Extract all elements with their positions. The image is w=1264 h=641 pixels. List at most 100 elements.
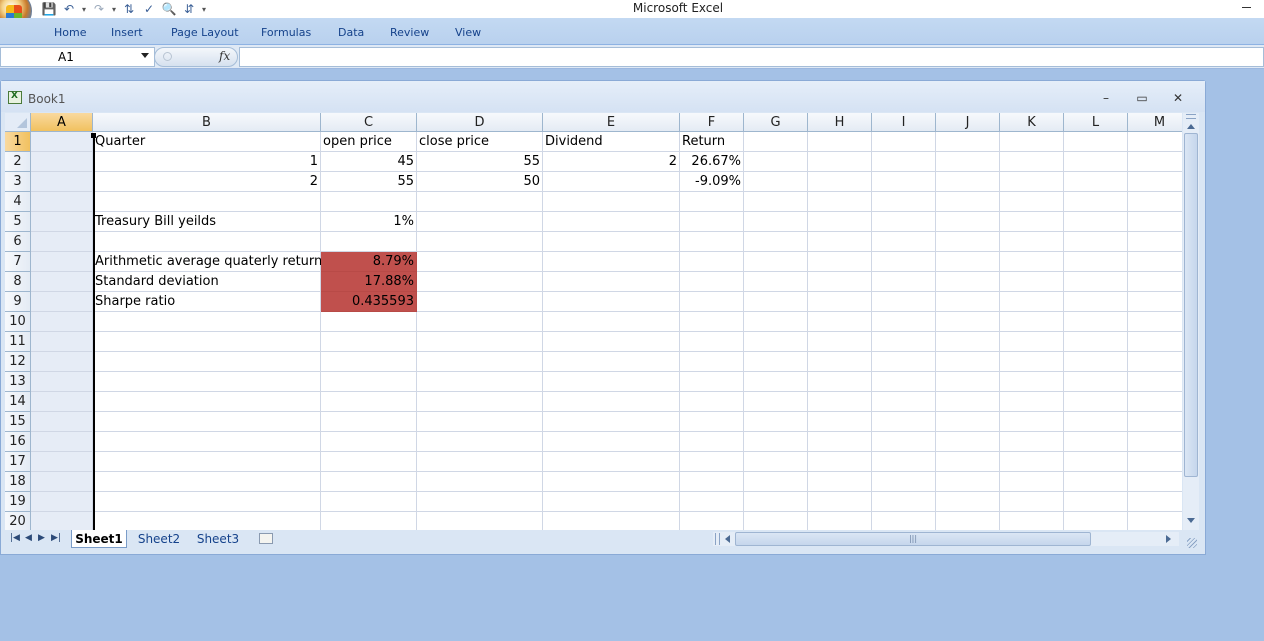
cell-c17[interactable]	[321, 452, 417, 472]
cell-f6[interactable]	[680, 232, 744, 252]
cell-h3[interactable]	[808, 172, 872, 192]
cell-c2[interactable]: 45	[321, 152, 417, 172]
name-box[interactable]: A1	[0, 47, 155, 67]
cell-f19[interactable]	[680, 492, 744, 512]
cell-e8[interactable]	[543, 272, 680, 292]
cell-h13[interactable]	[808, 372, 872, 392]
row-header-8[interactable]: 8	[5, 272, 31, 292]
cell-j11[interactable]	[936, 332, 1000, 352]
cell-d9[interactable]	[417, 292, 543, 312]
column-header-c[interactable]: C	[321, 113, 417, 132]
row-header-20[interactable]: 20	[5, 512, 31, 530]
cell-a11[interactable]	[31, 332, 93, 352]
fill-handle[interactable]	[91, 133, 96, 138]
cell-b20[interactable]	[93, 512, 321, 530]
cell-g12[interactable]	[744, 352, 808, 372]
cell-d4[interactable]	[417, 192, 543, 212]
cell-h4[interactable]	[808, 192, 872, 212]
cell-h17[interactable]	[808, 452, 872, 472]
cell-m7[interactable]	[1128, 252, 1182, 272]
cell-e19[interactable]	[543, 492, 680, 512]
cell-g11[interactable]	[744, 332, 808, 352]
column-header-k[interactable]: K	[1000, 113, 1064, 132]
close-window-button[interactable]: ✕	[1171, 91, 1185, 105]
cell-e12[interactable]	[543, 352, 680, 372]
cell-j12[interactable]	[936, 352, 1000, 372]
cell-l8[interactable]	[1064, 272, 1128, 292]
cell-b1[interactable]: Quarter	[93, 132, 321, 152]
cell-k3[interactable]	[1000, 172, 1064, 192]
column-header-d[interactable]: D	[417, 113, 543, 132]
row-header-7[interactable]: 7	[5, 252, 31, 272]
cell-i9[interactable]	[872, 292, 936, 312]
cell-d2[interactable]: 55	[417, 152, 543, 172]
cell-c7[interactable]: 8.79%	[321, 252, 417, 272]
resize-grip-icon[interactable]	[1187, 538, 1197, 548]
sheet-tab-2[interactable]: Sheet2	[131, 530, 187, 548]
cell-a12[interactable]	[31, 352, 93, 372]
cell-j2[interactable]	[936, 152, 1000, 172]
cell-j1[interactable]	[936, 132, 1000, 152]
cell-e10[interactable]	[543, 312, 680, 332]
cell-g4[interactable]	[744, 192, 808, 212]
cell-h19[interactable]	[808, 492, 872, 512]
cell-m10[interactable]	[1128, 312, 1182, 332]
cell-g1[interactable]	[744, 132, 808, 152]
cell-k18[interactable]	[1000, 472, 1064, 492]
column-header-a[interactable]: A	[31, 113, 93, 132]
cell-g20[interactable]	[744, 512, 808, 530]
cell-d1[interactable]: close price	[417, 132, 543, 152]
cell-k5[interactable]	[1000, 212, 1064, 232]
column-header-l[interactable]: L	[1064, 113, 1128, 132]
cell-a8[interactable]	[31, 272, 93, 292]
row-header-11[interactable]: 11	[5, 332, 31, 352]
cell-l19[interactable]	[1064, 492, 1128, 512]
scroll-down-icon[interactable]	[1183, 513, 1199, 527]
row-header-16[interactable]: 16	[5, 432, 31, 452]
cell-i19[interactable]	[872, 492, 936, 512]
first-sheet-icon[interactable]: |◀	[10, 533, 20, 543]
cell-g10[interactable]	[744, 312, 808, 332]
cell-k12[interactable]	[1000, 352, 1064, 372]
cell-f9[interactable]	[680, 292, 744, 312]
cell-m4[interactable]	[1128, 192, 1182, 212]
cell-l9[interactable]	[1064, 292, 1128, 312]
cell-d12[interactable]	[417, 352, 543, 372]
cell-c4[interactable]	[321, 192, 417, 212]
cell-h16[interactable]	[808, 432, 872, 452]
cell-m1[interactable]	[1128, 132, 1182, 152]
cell-f16[interactable]	[680, 432, 744, 452]
cell-l5[interactable]	[1064, 212, 1128, 232]
cell-h6[interactable]	[808, 232, 872, 252]
minimize-app-button[interactable]	[1240, 0, 1254, 14]
cell-f5[interactable]	[680, 212, 744, 232]
cell-h2[interactable]	[808, 152, 872, 172]
cell-a4[interactable]	[31, 192, 93, 212]
cell-f10[interactable]	[680, 312, 744, 332]
row-header-19[interactable]: 19	[5, 492, 31, 512]
minimize-window-button[interactable]: –	[1099, 91, 1113, 105]
cell-a9[interactable]	[31, 292, 93, 312]
cell-l17[interactable]	[1064, 452, 1128, 472]
cell-m11[interactable]	[1128, 332, 1182, 352]
cell-h12[interactable]	[808, 352, 872, 372]
cell-e20[interactable]	[543, 512, 680, 530]
cell-k1[interactable]	[1000, 132, 1064, 152]
cell-e6[interactable]	[543, 232, 680, 252]
last-sheet-icon[interactable]: ▶|	[51, 533, 61, 543]
cell-c19[interactable]	[321, 492, 417, 512]
cell-e9[interactable]	[543, 292, 680, 312]
expand-handle-icon[interactable]	[163, 52, 172, 61]
cell-f18[interactable]	[680, 472, 744, 492]
cell-k14[interactable]	[1000, 392, 1064, 412]
cell-h9[interactable]	[808, 292, 872, 312]
vertical-scrollbar[interactable]	[1183, 113, 1199, 530]
cell-m17[interactable]	[1128, 452, 1182, 472]
cell-e17[interactable]	[543, 452, 680, 472]
cell-h1[interactable]	[808, 132, 872, 152]
cell-m12[interactable]	[1128, 352, 1182, 372]
cell-g14[interactable]	[744, 392, 808, 412]
cell-e1[interactable]: Dividend	[543, 132, 680, 152]
cell-k17[interactable]	[1000, 452, 1064, 472]
cell-b10[interactable]	[93, 312, 321, 332]
